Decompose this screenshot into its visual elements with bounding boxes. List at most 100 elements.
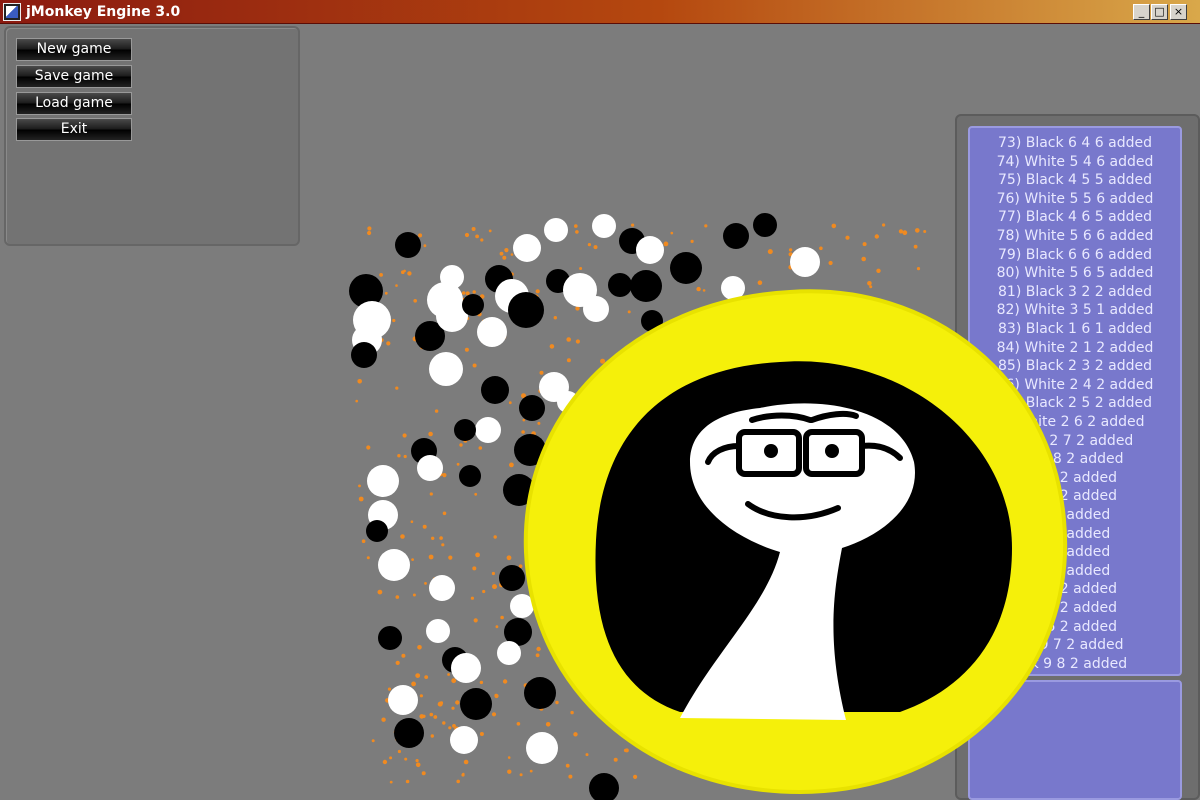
- grid-point: [788, 248, 793, 252]
- grid-point: [644, 559, 650, 564]
- log-entry: 3 6 2 added: [1033, 469, 1117, 486]
- grid-point: [656, 687, 660, 691]
- load-game-button[interactable]: Load game: [16, 92, 132, 115]
- grid-point: [916, 267, 921, 271]
- grid-point: [707, 335, 711, 339]
- grid-point: [451, 678, 457, 684]
- minimize-button[interactable]: _: [1133, 4, 1150, 20]
- grid-point: [876, 268, 881, 273]
- grid-point: [358, 484, 361, 488]
- grid-point: [714, 509, 719, 513]
- grid-point: [754, 413, 759, 418]
- grid-point: [819, 362, 825, 367]
- log-entry: lack 2 7 2 added: [1016, 432, 1134, 449]
- move-log[interactable]: 73) Black 6 4 6 added 74) White 5 4 6 add…: [968, 126, 1182, 676]
- grid-point: [827, 433, 831, 436]
- grid-point: [400, 534, 405, 539]
- grid-point: [579, 267, 583, 270]
- grid-point: [549, 344, 555, 349]
- grid-point: [700, 721, 703, 725]
- grid-point: [371, 739, 375, 743]
- grid-point: [395, 595, 400, 599]
- grid-point: [637, 409, 642, 414]
- grid-point: [673, 640, 677, 644]
- grid-point: [461, 291, 466, 295]
- grid-point: [671, 721, 677, 726]
- grid-point: [488, 229, 492, 233]
- grid-point: [456, 779, 461, 784]
- grid-point: [495, 625, 499, 629]
- grid-point: [622, 720, 626, 724]
- grid-point: [640, 576, 644, 580]
- grid-point: [642, 501, 647, 506]
- grid-point: [479, 732, 484, 736]
- maximize-button[interactable]: □: [1151, 4, 1168, 20]
- grid-point: [423, 244, 427, 248]
- grid-point: [614, 511, 619, 517]
- grid-point: [685, 761, 690, 766]
- grid-point: [411, 681, 416, 687]
- exit-button[interactable]: Exit: [16, 118, 132, 141]
- window-title-bar[interactable]: jMonkey Engine 3.0 _ □ ×: [0, 0, 1200, 24]
- grid-point: [874, 234, 879, 239]
- grid-point: [704, 374, 709, 379]
- grid-point: [641, 677, 646, 682]
- close-button[interactable]: ×: [1170, 4, 1187, 20]
- grid-point: [392, 318, 396, 323]
- grid-point: [609, 634, 614, 639]
- save-game-button[interactable]: Save game: [16, 65, 132, 88]
- log-entry: e 2 8 2 added: [1026, 451, 1124, 468]
- grid-point: [574, 680, 578, 684]
- grid-point: [601, 591, 605, 595]
- white-stone: [875, 315, 901, 341]
- grid-point: [566, 629, 570, 633]
- grid-point: [743, 620, 747, 623]
- app-icon[interactable]: [3, 3, 21, 21]
- grid-point: [700, 540, 704, 544]
- grid-point: [842, 548, 846, 552]
- grid-point: [554, 528, 558, 532]
- grid-point: [616, 669, 622, 675]
- grid-point: [718, 407, 723, 413]
- grid-point: [709, 539, 715, 545]
- grid-point: [535, 289, 540, 294]
- grid-point: [566, 358, 571, 363]
- grid-point: [902, 230, 908, 236]
- grid-point: [743, 771, 746, 775]
- grid-point: [500, 615, 504, 620]
- black-stone: [670, 252, 702, 284]
- grid-point: [355, 399, 359, 403]
- grid-point: [397, 454, 401, 458]
- grid-point: [448, 555, 453, 560]
- grid-point: [673, 702, 679, 708]
- grid-point: [502, 255, 507, 260]
- grid-point: [661, 600, 665, 605]
- grid-point: [537, 421, 541, 425]
- grid-point: [777, 503, 782, 508]
- grid-point: [595, 449, 599, 453]
- grid-point: [795, 607, 799, 611]
- grid-point: [565, 763, 570, 768]
- grid-point: [672, 363, 676, 368]
- grid-point: [748, 361, 754, 367]
- grid-point: [478, 446, 483, 450]
- black-stone: [366, 520, 388, 542]
- grid-point: [509, 462, 514, 468]
- grid-point: [862, 242, 867, 247]
- grid-point: [824, 414, 829, 420]
- grid-point: [794, 754, 798, 758]
- grid-point: [633, 774, 638, 780]
- grid-point: [607, 511, 612, 515]
- grid-point: [618, 438, 622, 442]
- grid-point: [635, 505, 639, 510]
- white-stone: [475, 417, 501, 443]
- grid-point: [626, 556, 631, 560]
- grid-point: [755, 555, 759, 559]
- grid-point: [479, 680, 484, 685]
- grid-point: [611, 709, 614, 713]
- grid-point: [510, 253, 514, 256]
- new-game-button[interactable]: New game: [16, 38, 132, 61]
- grid-point: [566, 418, 570, 421]
- grid-point: [389, 780, 393, 784]
- grid-point: [725, 670, 729, 673]
